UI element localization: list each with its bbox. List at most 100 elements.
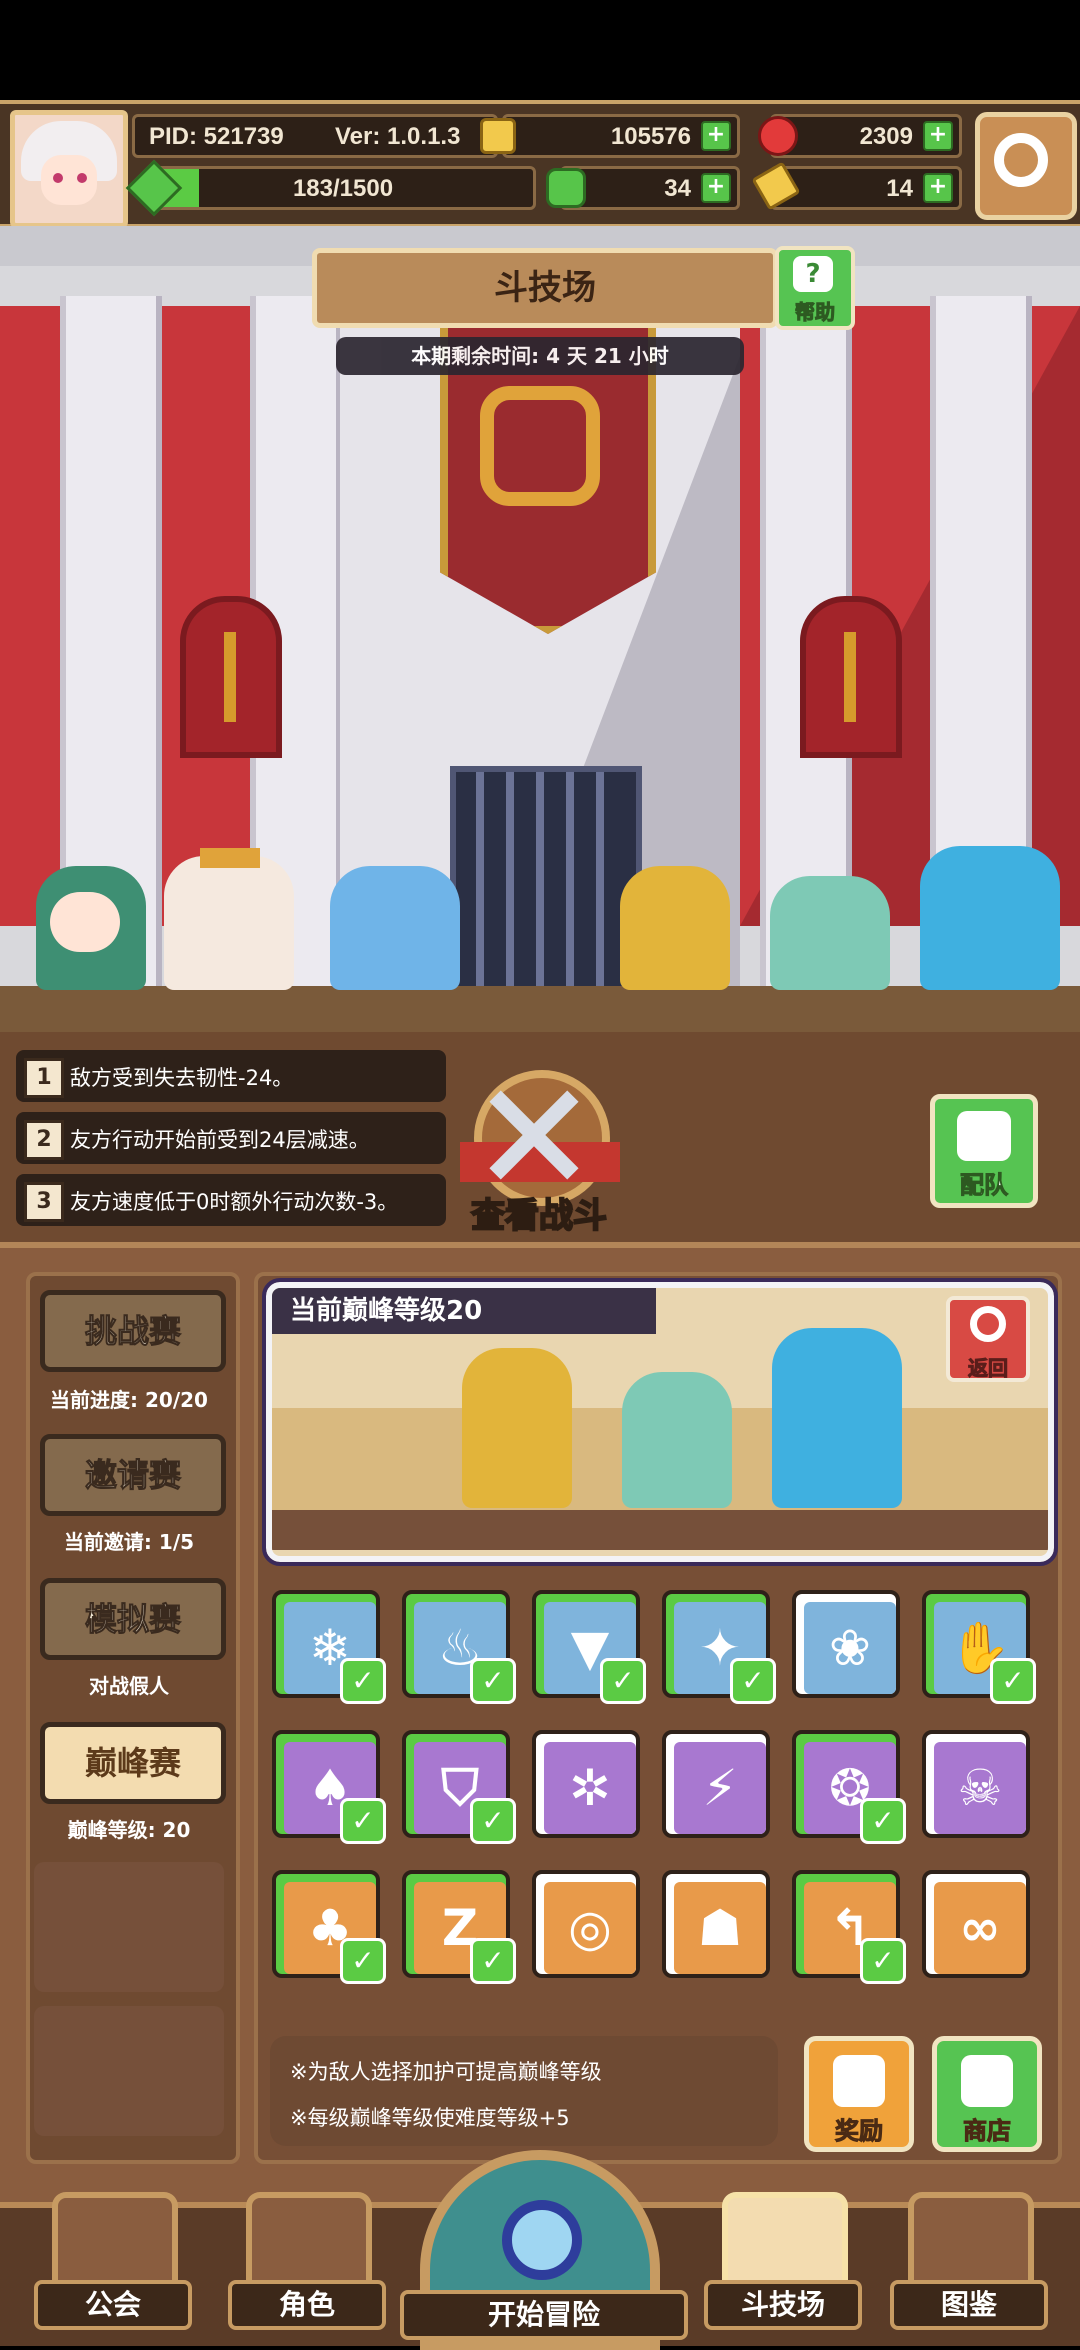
mode-peak-button[interactable]: 巅峰赛 bbox=[40, 1722, 226, 1804]
energy-value: 183/1500 bbox=[292, 175, 394, 202]
enemy-hero-gold[interactable] bbox=[620, 866, 730, 990]
ally-hero-queen[interactable] bbox=[164, 856, 294, 990]
note-line: ※每级巅峰等级使难度等级+5 bbox=[290, 2106, 570, 2130]
blessing-tile[interactable]: ♣ ✓ bbox=[272, 1870, 386, 1984]
checkmark-icon: ✓ bbox=[340, 1658, 386, 1704]
mode-simulation-button[interactable]: 模拟赛 bbox=[40, 1578, 226, 1660]
magnifier-icon bbox=[502, 2200, 582, 2280]
blessing-tile[interactable]: ✋ ✓ bbox=[922, 1590, 1036, 1704]
sword-icon bbox=[844, 632, 856, 722]
checkmark-icon: ✓ bbox=[470, 1658, 516, 1704]
question-icon: ? bbox=[793, 256, 833, 292]
add-gold-button[interactable]: + bbox=[701, 121, 731, 151]
add-gem-button[interactable]: + bbox=[923, 121, 953, 151]
gate-bar bbox=[596, 772, 604, 1012]
nav-character[interactable]: 角色 bbox=[228, 2192, 386, 2330]
add-key-button[interactable]: + bbox=[923, 173, 953, 203]
ghost-icon: ☗ bbox=[697, 1899, 743, 1957]
nav-guild[interactable]: 公会 bbox=[34, 2192, 192, 2330]
effect-row: 3 友方速度低于0时额外行动次数-3。 bbox=[16, 1174, 446, 1226]
checkmark-icon: ✓ bbox=[860, 1938, 906, 1984]
blessing-tile[interactable]: ☠ bbox=[922, 1730, 1030, 1838]
help-button[interactable]: ? 帮助 bbox=[775, 246, 855, 330]
back-label: 返回 bbox=[968, 1356, 1009, 1381]
blessing-tile[interactable]: ❂ ✓ bbox=[792, 1730, 906, 1844]
blessing-tile[interactable]: ♨ ✓ bbox=[402, 1590, 516, 1704]
nav-arena[interactable]: 斗技场 bbox=[704, 2192, 862, 2330]
blessing-tile[interactable]: ◎ bbox=[532, 1870, 640, 1978]
shop-label: 商店 bbox=[963, 2117, 1012, 2146]
gold-coin-icon bbox=[480, 118, 516, 154]
ally-hero-ice[interactable] bbox=[330, 866, 460, 990]
octagon-emblem bbox=[480, 386, 600, 506]
back-button[interactable]: 返回 bbox=[946, 1296, 1030, 1382]
hero-face bbox=[50, 892, 120, 952]
blessing-tile-face: ◎ bbox=[544, 1882, 636, 1974]
gift-icon bbox=[833, 2055, 885, 2107]
preview-hero-mouse bbox=[622, 1372, 732, 1508]
blessing-tile-face: ❀ bbox=[804, 1602, 896, 1694]
enemy-hero-siren[interactable] bbox=[920, 846, 1060, 990]
checkmark-icon: ✓ bbox=[990, 1658, 1036, 1704]
blessing-tile-face: ∞ bbox=[934, 1882, 1026, 1974]
energy-bar: 183/1500 bbox=[150, 166, 536, 210]
blessing-tile[interactable]: ✦ ✓ bbox=[662, 1590, 776, 1704]
clover-panel: 34 + bbox=[560, 166, 740, 210]
mode-label: 挑战赛 bbox=[84, 1312, 181, 1351]
shop-button[interactable]: 商店 bbox=[932, 2036, 1042, 2152]
mode-subtitle: 对战假人 bbox=[89, 1674, 169, 1698]
checkmark-icon: ✓ bbox=[470, 1938, 516, 1984]
preview-hero-gold bbox=[462, 1348, 572, 1508]
page-title: 斗技场 bbox=[494, 268, 596, 308]
help-label: 帮助 bbox=[795, 300, 836, 325]
player-id: PID: 521739 bbox=[149, 123, 284, 150]
sword-alcove bbox=[800, 596, 902, 758]
settings-button[interactable] bbox=[975, 112, 1077, 220]
sword-icon bbox=[224, 632, 236, 722]
checkmark-icon: ✓ bbox=[340, 1938, 386, 1984]
gem-panel: 2309 + bbox=[770, 114, 962, 158]
blessing-tile[interactable]: ⛉ ✓ bbox=[402, 1730, 516, 1844]
blessing-tile[interactable]: ❀ bbox=[792, 1590, 900, 1698]
peak-level-text: 当前巅峰等级20 bbox=[290, 1296, 483, 1326]
infinity-icon: ∞ bbox=[959, 1899, 1001, 1957]
checkmark-icon: ✓ bbox=[340, 1798, 386, 1844]
return-arrow-icon bbox=[970, 1306, 1006, 1342]
effect-text: 友方行动开始前受到24层减速。 bbox=[70, 1128, 370, 1152]
team-setup-button[interactable]: 配队 bbox=[930, 1094, 1038, 1208]
arena-title-plate: 斗技场 bbox=[312, 248, 778, 328]
blessing-tile[interactable]: ↰ ✓ bbox=[792, 1870, 906, 1984]
avatar-eye bbox=[77, 173, 87, 183]
add-clover-button[interactable]: + bbox=[701, 173, 731, 203]
blessing-tile[interactable]: ☗ bbox=[662, 1870, 770, 1978]
blessing-tile[interactable]: ▼ ✓ bbox=[532, 1590, 646, 1704]
mode-challenge-button[interactable]: 挑战赛 bbox=[40, 1290, 226, 1372]
gate-bar bbox=[506, 772, 514, 1012]
portcullis-gate bbox=[450, 766, 642, 1018]
enemy-hero-mouse[interactable] bbox=[770, 876, 890, 990]
blessing-tile[interactable]: ∞ bbox=[922, 1870, 1030, 1978]
effect-number: 3 bbox=[24, 1182, 64, 1222]
blessing-tile[interactable]: ⚡ bbox=[662, 1730, 770, 1838]
mode-invite-button[interactable]: 邀请赛 bbox=[40, 1434, 226, 1516]
blessing-tile[interactable]: ✲ bbox=[532, 1730, 640, 1838]
arena-floor bbox=[0, 986, 1080, 1032]
nav-codex[interactable]: 图鉴 bbox=[890, 2192, 1048, 2330]
blessing-tile-face: ☠ bbox=[934, 1742, 1026, 1834]
mode-label: 模拟赛 bbox=[84, 1600, 181, 1639]
blessing-tile-face: ⚡ bbox=[674, 1742, 766, 1834]
game-version: Ver: 1.0.1.3 bbox=[335, 123, 461, 150]
player-avatar[interactable] bbox=[10, 110, 128, 228]
note-line: ※为敌人选择加护可提高巅峰等级 bbox=[290, 2060, 602, 2084]
view-battle-button[interactable]: 查看战斗 bbox=[444, 1070, 634, 1240]
blessing-tile[interactable]: ❄ ✓ bbox=[272, 1590, 386, 1704]
key-panel: 14 + bbox=[770, 166, 962, 210]
avatar-face bbox=[41, 155, 97, 205]
nav-start-adventure[interactable]: 开始冒险 bbox=[400, 2150, 688, 2350]
preview-floor bbox=[272, 1510, 1048, 1550]
nav-label: 图鉴 bbox=[890, 2280, 1048, 2330]
blessing-tile[interactable]: Z ✓ bbox=[402, 1870, 516, 1984]
blessing-tile[interactable]: ♠ ✓ bbox=[272, 1730, 386, 1844]
paw-icon: ❀ bbox=[829, 1619, 871, 1677]
reward-button[interactable]: 奖励 bbox=[804, 2036, 914, 2152]
